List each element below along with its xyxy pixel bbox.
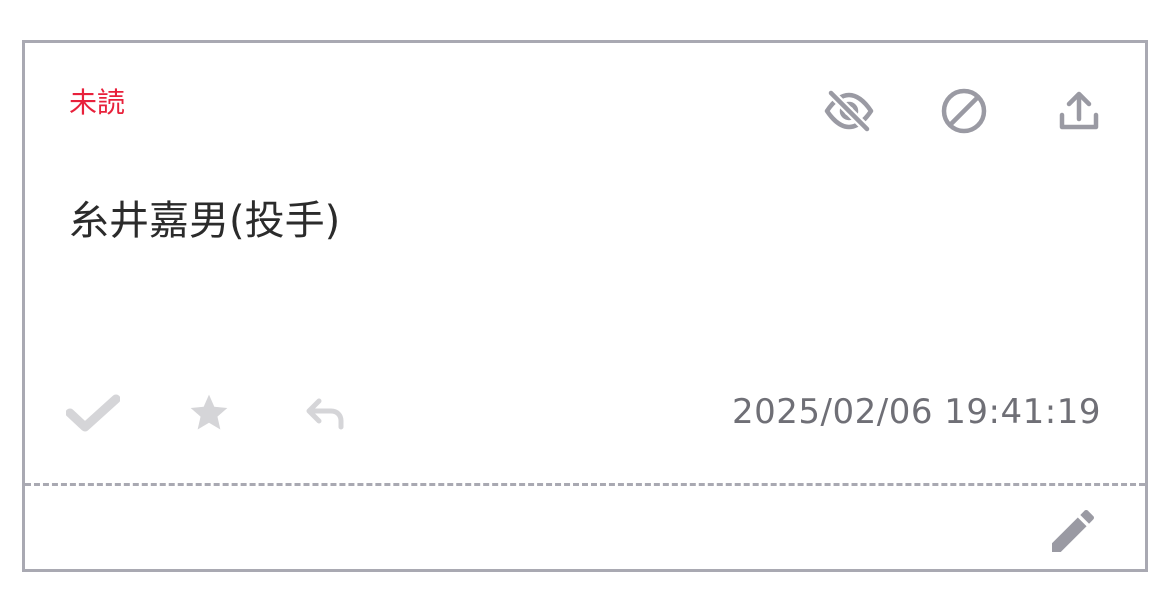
check-icon xyxy=(66,394,120,432)
eye-slash-icon xyxy=(824,89,874,133)
star-icon xyxy=(190,394,228,430)
message-title: 糸井嘉男(投手) xyxy=(69,198,341,244)
upload-icon xyxy=(1059,91,1099,130)
message-card: 未読 糸井嘉男(投手) 2025/02/06 19:41:19 xyxy=(22,40,1148,572)
edit-button[interactable] xyxy=(1041,499,1105,563)
reply-button[interactable] xyxy=(295,383,355,443)
hide-button[interactable] xyxy=(821,83,877,139)
section-divider xyxy=(25,483,1145,486)
message-timestamp: 2025/02/06 19:41:19 xyxy=(732,392,1101,432)
favorite-button[interactable] xyxy=(179,383,239,443)
block-button[interactable] xyxy=(936,83,992,139)
pencil-icon xyxy=(1052,509,1095,552)
reply-icon xyxy=(306,398,344,430)
block-icon xyxy=(941,88,987,134)
share-button[interactable] xyxy=(1051,83,1107,139)
unread-badge: 未読 xyxy=(69,86,126,119)
mark-read-button[interactable] xyxy=(63,383,123,443)
